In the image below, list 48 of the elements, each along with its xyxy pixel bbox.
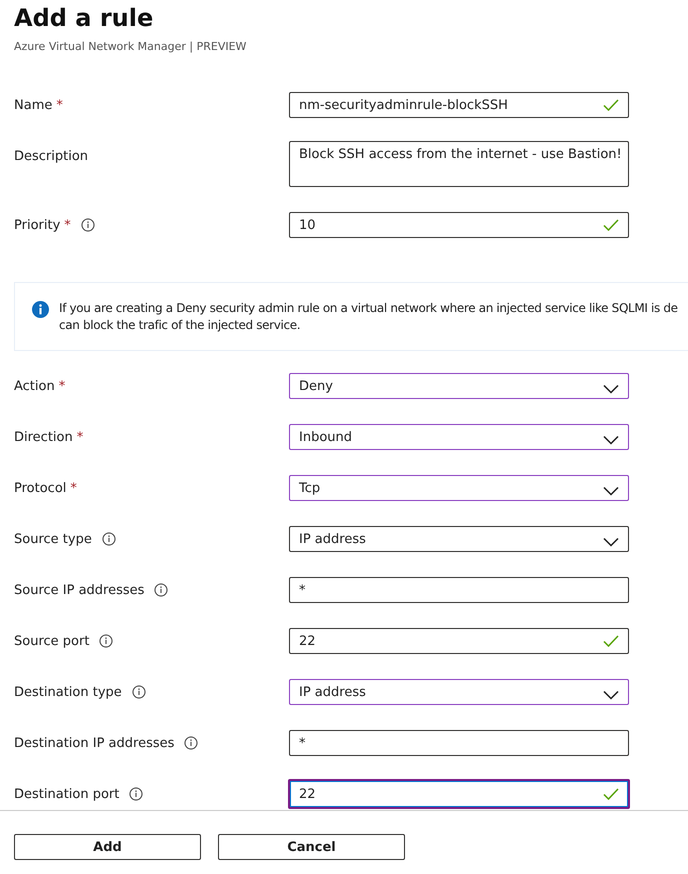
field-label: Destination type bbox=[14, 684, 122, 700]
chevron-down-icon bbox=[603, 384, 619, 394]
field-label: Destination IP addresses bbox=[14, 736, 174, 750]
info-icon[interactable] bbox=[184, 736, 198, 750]
field-label: Source type bbox=[14, 532, 92, 546]
input-field[interactable]: * bbox=[289, 577, 629, 603]
info-text: If you are creating a Deny security admin rule on a virtual network where an injected service like SQLMI is de bbox=[59, 300, 678, 316]
dropdown[interactable]: IP address bbox=[289, 526, 629, 552]
info-icon[interactable] bbox=[80, 218, 95, 232]
field-label: Source IP addresses bbox=[14, 582, 144, 598]
dropdown[interactable]: IP address bbox=[289, 679, 629, 705]
required-mark: * bbox=[64, 218, 71, 232]
chevron-down-icon bbox=[603, 435, 619, 445]
chevron-down-icon bbox=[603, 690, 619, 700]
info-icon[interactable] bbox=[102, 532, 116, 546]
info-icon[interactable] bbox=[154, 583, 168, 597]
field-label: Destination port bbox=[14, 786, 120, 802]
info-icon[interactable] bbox=[132, 685, 146, 699]
dropdown[interactable]: Deny bbox=[289, 373, 629, 399]
field-label: Description bbox=[14, 149, 88, 164]
info-icon[interactable] bbox=[99, 634, 114, 648]
input-field[interactable]: * bbox=[289, 730, 629, 756]
chevron-down-icon bbox=[603, 486, 619, 496]
input-field[interactable]: nm-securityadminrule-blockSSH bbox=[289, 92, 629, 118]
info-text: can block the trafic of the injected service. bbox=[59, 316, 302, 334]
field-label: Direction bbox=[14, 430, 73, 444]
required-mark: * bbox=[70, 480, 77, 496]
chevron-down-icon bbox=[603, 537, 619, 547]
input-field[interactable]: 10 bbox=[289, 212, 629, 238]
field-label: Priority bbox=[14, 218, 60, 232]
required-mark: * bbox=[76, 430, 84, 444]
add-button[interactable]: Add bbox=[14, 834, 201, 860]
text-area[interactable]: Block SSH access from the internet - use Bastion! bbox=[289, 141, 629, 187]
required-mark: * bbox=[58, 378, 66, 394]
required-mark: * bbox=[56, 98, 63, 112]
field-label: Protocol bbox=[14, 480, 66, 496]
field-label: Action bbox=[14, 378, 55, 394]
input-field[interactable]: 22 bbox=[289, 628, 629, 654]
dropdown[interactable]: Tcp bbox=[289, 475, 629, 501]
page-subtitle: Azure Virtual Network Manager | PREVIEW bbox=[13, 39, 248, 54]
field-label: Name bbox=[14, 98, 52, 112]
info-icon[interactable] bbox=[129, 787, 144, 801]
page-title: Add a rule bbox=[13, 3, 154, 32]
cancel-button[interactable]: Cancel bbox=[218, 834, 405, 860]
dropdown[interactable]: Inbound bbox=[289, 424, 629, 450]
field-label: Source port bbox=[14, 634, 90, 648]
info-icon bbox=[32, 301, 49, 318]
input-field[interactable]: 22 bbox=[288, 779, 630, 809]
